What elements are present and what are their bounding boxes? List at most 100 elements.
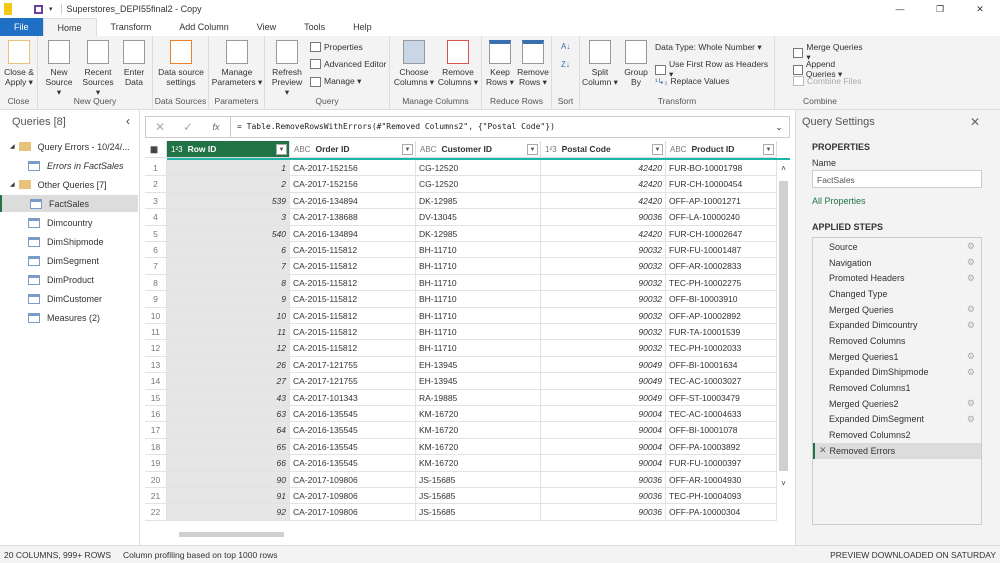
cell-order-id[interactable]: CA-2016-134894	[290, 225, 416, 242]
refresh-preview-button[interactable]: Refresh Preview ▾	[269, 40, 305, 97]
cell-postal-code[interactable]: 42420	[541, 225, 666, 242]
row-number[interactable]: 12	[145, 340, 167, 357]
commit-formula-icon[interactable]: ✓	[174, 120, 202, 134]
new-source-button[interactable]: New Source ▾	[44, 40, 74, 97]
advanced-editor-button[interactable]: Advanced Editor	[310, 59, 386, 69]
row-number[interactable]: 9	[145, 291, 167, 308]
cell-postal-code[interactable]: 90004	[541, 406, 666, 423]
type-icon[interactable]: ABC	[420, 145, 436, 154]
expand-formula-icon[interactable]: ⌄	[769, 122, 789, 133]
applied-step[interactable]: Merged Queries1 ⚙	[813, 349, 981, 365]
remove-rows-button[interactable]: Remove Rows ▾	[516, 40, 550, 87]
cell-order-id[interactable]: CA-2017-109806	[290, 471, 416, 488]
cell-product-id[interactable]: TEC-PH-10002033	[666, 340, 777, 357]
cell-postal-code[interactable]: 90032	[541, 258, 666, 275]
cell-order-id[interactable]: CA-2016-135545	[290, 455, 416, 472]
cell-product-id[interactable]: FUR-BO-10001798	[666, 160, 777, 177]
step-settings-gear-icon[interactable]: ⚙	[967, 257, 975, 268]
filter-dropdown-icon[interactable]: ▼	[276, 144, 287, 155]
applied-step[interactable]: Expanded Dimcountry ⚙	[813, 317, 981, 333]
cell-row-id[interactable]: 92	[167, 504, 290, 521]
query-group[interactable]: ◢ Query Errors - 10/24/...	[0, 138, 138, 155]
tab-help[interactable]: Help	[339, 18, 386, 36]
cell-order-id[interactable]: CA-2017-109806	[290, 488, 416, 505]
row-number[interactable]: 8	[145, 274, 167, 292]
cell-order-id[interactable]: CA-2017-101343	[290, 389, 416, 406]
row-number[interactable]: 4	[145, 209, 167, 226]
remove-columns-button[interactable]: Remove Columns ▾	[436, 40, 480, 87]
step-settings-gear-icon[interactable]: ⚙	[967, 414, 975, 425]
cell-product-id[interactable]: OFF-BI-10003910	[666, 291, 777, 308]
row-number[interactable]: 21	[145, 488, 167, 505]
row-number[interactable]: 10	[145, 307, 167, 324]
query-group[interactable]: ◢ Other Queries [7]	[0, 176, 138, 193]
cell-row-id[interactable]: 65	[167, 438, 290, 456]
cell-customer-id[interactable]: RA-19885	[416, 389, 541, 406]
row-number[interactable]: 6	[145, 242, 167, 259]
expand-triangle-icon[interactable]: ◢	[10, 143, 15, 150]
cell-customer-id[interactable]: KM-16720	[416, 455, 541, 472]
cell-product-id[interactable]: TEC-PH-10002275	[666, 274, 777, 292]
cell-postal-code[interactable]: 90049	[541, 356, 666, 374]
all-properties-link[interactable]: All Properties	[812, 196, 866, 206]
cell-product-id[interactable]: FUR-FU-10000397	[666, 455, 777, 472]
row-number[interactable]: 22	[145, 504, 167, 521]
maximize-button[interactable]: ❐	[920, 4, 960, 15]
cell-postal-code[interactable]: 90036	[541, 471, 666, 488]
cell-postal-code[interactable]: 90004	[541, 422, 666, 439]
cell-row-id[interactable]: 1	[167, 160, 290, 177]
query-name-input[interactable]: FactSales	[812, 170, 982, 188]
cell-customer-id[interactable]: BH-11710	[416, 340, 541, 357]
cell-customer-id[interactable]: KM-16720	[416, 438, 541, 456]
applied-step[interactable]: Merged Queries ⚙	[813, 302, 981, 318]
query-item[interactable]: Measures (2)	[0, 309, 138, 326]
scrollbar-thumb[interactable]	[779, 181, 788, 471]
cell-product-id[interactable]: FUR-CH-10000454	[666, 176, 777, 193]
close-window-button[interactable]: ✕	[960, 4, 1000, 15]
cell-customer-id[interactable]: JS-15685	[416, 488, 541, 505]
group-by-button[interactable]: Group By	[620, 40, 652, 87]
step-settings-gear-icon[interactable]: ⚙	[967, 241, 975, 252]
split-column-button[interactable]: Split Column ▾	[582, 40, 618, 87]
data-source-settings-button[interactable]: Data source settings	[155, 40, 207, 87]
cell-postal-code[interactable]: 90036	[541, 209, 666, 226]
cell-row-id[interactable]: 26	[167, 356, 290, 374]
replace-values-button[interactable]: ¹↳₂ Replace Values	[655, 76, 729, 86]
row-number[interactable]: 11	[145, 324, 167, 341]
column-header-customer-id[interactable]: ABC Customer ID ▼	[416, 141, 541, 158]
cell-order-id[interactable]: CA-2017-121755	[290, 373, 416, 390]
data-type-dropdown[interactable]: Data Type: Whole Number ▾	[655, 42, 762, 53]
cell-product-id[interactable]: OFF-AP-10001271	[666, 192, 777, 210]
row-number[interactable]: 1	[145, 160, 167, 177]
applied-step[interactable]: Removed Columns1	[813, 380, 981, 396]
manage-button[interactable]: Manage ▾	[310, 76, 361, 87]
filter-dropdown-icon[interactable]: ▼	[527, 144, 538, 155]
cell-row-id[interactable]: 10	[167, 307, 290, 324]
cell-row-id[interactable]: 43	[167, 389, 290, 406]
cell-row-id[interactable]: 11	[167, 324, 290, 341]
cell-order-id[interactable]: CA-2017-152156	[290, 176, 416, 193]
step-settings-gear-icon[interactable]: ⚙	[967, 320, 975, 331]
row-number[interactable]: 2	[145, 176, 167, 193]
applied-step[interactable]: Changed Type	[813, 286, 981, 302]
step-settings-gear-icon[interactable]: ⚙	[967, 367, 975, 378]
cell-product-id[interactable]: TEC-AC-10003027	[666, 373, 777, 390]
collapse-queries-icon[interactable]: ‹	[126, 114, 130, 128]
cell-product-id[interactable]: TEC-AC-10004633	[666, 406, 777, 423]
row-number[interactable]: 17	[145, 422, 167, 439]
row-number[interactable]: 5	[145, 225, 167, 242]
cell-product-id[interactable]: OFF-BI-10001078	[666, 422, 777, 439]
cell-row-id[interactable]: 539	[167, 192, 290, 210]
cell-row-id[interactable]: 540	[167, 225, 290, 242]
fx-icon[interactable]: fx	[202, 122, 230, 132]
step-settings-gear-icon[interactable]: ⚙	[967, 304, 975, 315]
tab-file[interactable]: File	[0, 18, 43, 36]
step-settings-gear-icon[interactable]: ⚙	[967, 398, 975, 409]
expand-triangle-icon[interactable]: ◢	[10, 181, 15, 188]
cell-customer-id[interactable]: DK-12985	[416, 225, 541, 242]
cell-postal-code[interactable]: 42420	[541, 192, 666, 210]
column-header-row-id[interactable]: 1²3 Row ID ▼	[167, 141, 290, 158]
sort-ascending-icon[interactable]: A↓	[561, 42, 570, 51]
cell-customer-id[interactable]: BH-11710	[416, 258, 541, 275]
query-item[interactable]: Errors in FactSales	[0, 157, 138, 174]
